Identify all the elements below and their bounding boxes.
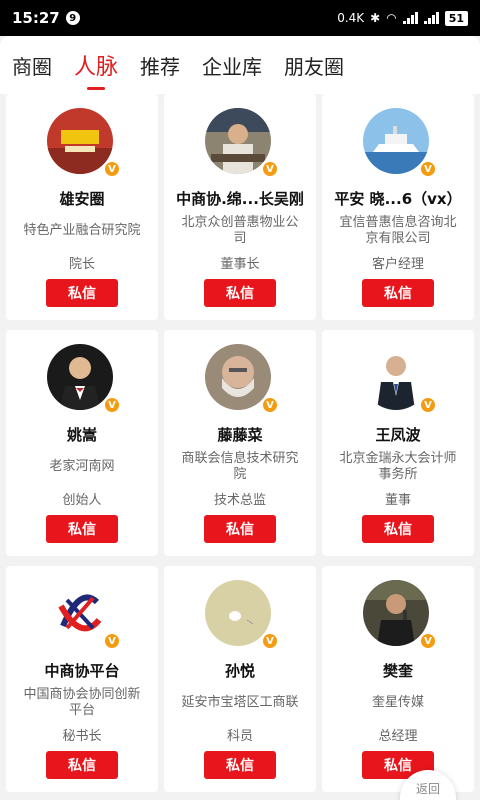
contact-title: 技术总监 — [213, 492, 266, 508]
contact-title: 总经理 — [378, 728, 418, 744]
message-button[interactable]: 私信 — [204, 515, 276, 543]
contact-name: 樊奎 — [382, 662, 413, 680]
wifi-icon: ◠ — [386, 11, 397, 25]
signal-icon — [402, 12, 418, 24]
message-button[interactable]: 私信 — [46, 515, 118, 543]
contact-card[interactable]: V 平安 晓...6（vx） 宜信普惠信息咨询北京有限公司 客户经理 私信 — [322, 94, 474, 320]
contact-card[interactable]: V 姚嵩 老家河南网 创始人 私信 — [6, 330, 158, 556]
contact-title: 秘书长 — [62, 728, 102, 744]
avatar-wrap: V — [47, 344, 121, 414]
contact-company: 商联会信息技术研究院 — [181, 451, 299, 482]
verified-badge-icon: V — [419, 396, 437, 414]
contact-card[interactable]: V 藤藤菜 商联会信息技术研究院 技术总监 私信 — [164, 330, 316, 556]
contact-title: 科员 — [226, 728, 253, 744]
contact-grid: V 雄安圈 特色产业融合研究院 院长 私信 V 中商协.绵...长吴刚 北京众创… — [6, 94, 474, 792]
contact-company: 奎星传媒 — [371, 695, 424, 710]
avatar-wrap: V — [205, 108, 279, 178]
contact-company: 特色产业融合研究院 — [23, 223, 141, 238]
contact-card[interactable]: V 樊奎 奎星传媒 总经理 私信 — [322, 566, 474, 792]
message-button[interactable]: 私信 — [46, 279, 118, 307]
status-icons: 0.4K ✱ ◠ 51 — [337, 10, 468, 26]
contact-name: 孙悦 — [224, 662, 255, 680]
contact-company: 北京金瑞永大会计师事务所 — [339, 451, 457, 482]
contact-name: 姚嵩 — [66, 426, 97, 444]
verified-badge-icon: V — [103, 160, 121, 178]
message-button[interactable]: 私信 — [362, 515, 434, 543]
verified-badge-icon: V — [103, 632, 121, 650]
message-button[interactable]: 私信 — [204, 751, 276, 779]
bluetooth-icon: ✱ — [370, 11, 381, 25]
contact-name: 中商协平台 — [44, 662, 120, 680]
status-bar: 15:27 9 0.4K ✱ ◠ 51 — [0, 0, 480, 36]
message-button[interactable]: 私信 — [204, 279, 276, 307]
avatar-wrap: V — [205, 580, 279, 650]
tab-renmai[interactable]: 人脉 — [74, 36, 118, 94]
network-speed: 0.4K — [337, 11, 365, 25]
contact-title: 董事长 — [220, 256, 260, 272]
avatar-wrap: V — [363, 344, 437, 414]
contact-card[interactable]: V 雄安圈 特色产业融合研究院 院长 私信 — [6, 94, 158, 320]
verified-badge-icon: V — [261, 160, 279, 178]
avatar-wrap: V — [47, 108, 121, 178]
contact-company: 北京众创普惠物业公司 — [181, 215, 299, 246]
tab-shangquan[interactable]: 商圈 — [12, 36, 52, 94]
avatar-wrap: V — [47, 580, 121, 650]
status-time: 15:27 — [12, 9, 60, 27]
contact-card[interactable]: V 王凤波 北京金瑞永大会计师事务所 董事 私信 — [322, 330, 474, 556]
tab-bar: 商圈 人脉 推荐 企业库 朋友圈 — [0, 36, 480, 94]
contact-title: 董事 — [384, 492, 411, 508]
contact-title: 创始人 — [62, 492, 102, 508]
contact-name: 藤藤菜 — [217, 426, 263, 444]
contact-company: 中国商协会协同创新平台 — [23, 687, 141, 718]
signal-icon-2 — [423, 12, 439, 24]
contact-name: 中商协.绵...长吴刚 — [176, 190, 304, 208]
tab-tuijian[interactable]: 推荐 — [140, 36, 180, 94]
contact-card[interactable]: V 中商协平台 中国商协会协同创新平台 秘书长 私信 — [6, 566, 158, 792]
tab-qiyeku[interactable]: 企业库 — [202, 36, 262, 94]
notification-badge: 9 — [65, 11, 80, 25]
contact-title: 客户经理 — [371, 256, 424, 272]
contact-name: 雄安圈 — [59, 190, 105, 208]
message-button[interactable]: 私信 — [362, 279, 434, 307]
avatar-wrap: V — [205, 344, 279, 414]
verified-badge-icon: V — [419, 160, 437, 178]
avatar-wrap: V — [363, 580, 437, 650]
contact-card[interactable]: V 中商协.绵...长吴刚 北京众创普惠物业公司 董事长 私信 — [164, 94, 316, 320]
verified-badge-icon: V — [419, 632, 437, 650]
verified-badge-icon: V — [261, 632, 279, 650]
message-button[interactable]: 私信 — [46, 751, 118, 779]
contact-company: 宜信普惠信息咨询北京有限公司 — [339, 215, 457, 246]
avatar-wrap: V — [363, 108, 437, 178]
contact-company: 延安市宝塔区工商联 — [181, 695, 299, 710]
contact-name: 平安 晓...6（vx） — [334, 190, 462, 208]
contact-name: 王凤波 — [375, 426, 421, 444]
contact-company: 老家河南网 — [49, 459, 115, 474]
tab-pengyouquan[interactable]: 朋友圈 — [284, 36, 344, 94]
contact-card[interactable]: V 孙悦 延安市宝塔区工商联 科员 私信 — [164, 566, 316, 792]
contact-title: 院长 — [68, 256, 95, 272]
verified-badge-icon: V — [261, 396, 279, 414]
battery-icon: 51 — [444, 10, 468, 26]
verified-badge-icon: V — [103, 396, 121, 414]
